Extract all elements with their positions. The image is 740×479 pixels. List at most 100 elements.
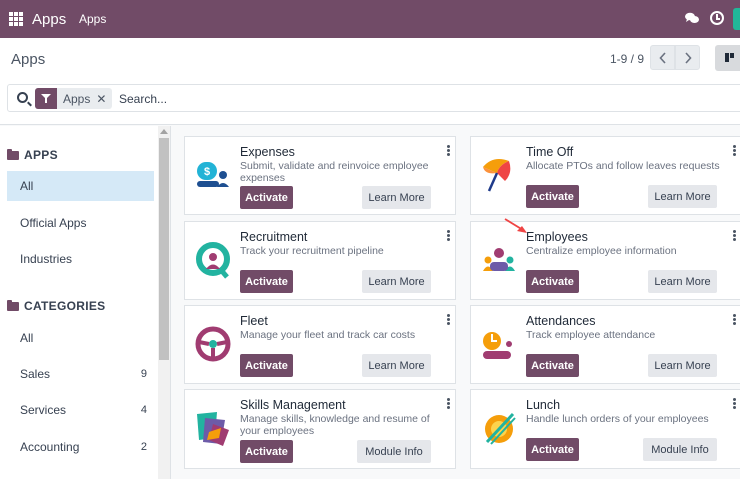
control-panel: Apps 1-9 / 9 Apps ✕ [0,38,740,125]
app-card-fleet: Fleet Manage your fleet and track car co… [184,305,456,384]
module-info-button[interactable]: Module Info [643,438,717,461]
card-description: Manage skills, knowledge and resume of y… [240,413,430,437]
card-title: Expenses [240,145,295,159]
sidebar-scrollbar-thumb[interactable] [159,138,169,360]
user-avatar[interactable] [733,8,740,30]
activate-button[interactable]: Activate [240,354,293,377]
chevron-right-icon [684,51,692,64]
pager-previous-button[interactable] [650,45,675,70]
card-title: Fleet [240,314,268,328]
learn-more-button[interactable]: Learn More [648,185,717,208]
category-count: 2 [140,441,147,453]
time-off-icon [483,159,511,192]
employees-icon [483,248,515,271]
categories-heading-label: CATEGORIES [24,299,106,313]
sidebar-item-label: Sales [20,367,51,381]
sidebar-item-all-apps[interactable]: All [7,171,154,201]
card-menu-icon[interactable] [733,314,736,326]
kanban-view-button[interactable] [715,45,740,71]
category-count: 4 [140,404,147,416]
sidebar-item-label: Official Apps [20,216,87,230]
card-title: Lunch [526,398,561,412]
activate-button[interactable]: Activate [526,270,579,293]
app-card-expenses: $ Expenses Submit, validate and reinvoic… [184,136,456,215]
apps-section-heading: APPS [7,148,58,162]
chat-icon[interactable] [685,12,699,24]
card-menu-icon[interactable] [447,230,450,242]
pager-next-button[interactable] [675,45,700,70]
skills-icon [197,412,229,446]
card-title: Recruitment [240,230,308,244]
navbar-menu-apps[interactable]: Apps [79,12,106,26]
activate-button[interactable]: Activate [526,185,579,208]
filter-icon [35,88,57,109]
activate-button[interactable]: Activate [526,354,579,377]
card-description: Submit, validate and reinvoice employee … [240,160,429,184]
sidebar-item-category-sales[interactable]: Sales 9 [7,359,154,389]
search-bar: Apps ✕ [7,84,740,112]
app-grid-icon[interactable] [9,12,23,26]
card-title: Skills Management [240,398,346,412]
apps-heading-label: APPS [24,148,58,162]
chevron-left-icon [658,51,666,64]
activity-clock-icon[interactable] [710,11,724,25]
app-card-time-off: Time Off Allocate PTOs and follow leaves… [470,136,740,215]
expenses-icon: $ [197,162,229,187]
facet-remove-icon[interactable]: ✕ [96,92,112,106]
learn-more-button[interactable]: Learn More [648,354,717,377]
card-menu-icon[interactable] [733,398,736,410]
annotation-arrow-icon [504,218,527,233]
module-info-button[interactable]: Module Info [357,440,431,463]
card-title: Employees [526,230,588,244]
card-description: Track your recruitment pipeline [240,245,384,257]
app-card-recruitment: Recruitment Track your recruitment pipel… [184,221,456,300]
sidebar-item-label: Accounting [20,440,80,454]
sidebar-item-label: Industries [20,252,73,266]
card-title: Time Off [526,145,574,159]
search-facet: Apps ✕ [35,88,113,109]
lunch-icon [485,412,516,445]
card-description: Manage your fleet and track car costs [240,329,416,341]
card-menu-icon[interactable] [447,145,450,157]
app-card-skills-management: Skills Management Manage skills, knowled… [184,389,456,469]
top-navbar: Apps Apps [0,0,740,38]
learn-more-button[interactable]: Learn More [362,354,431,377]
sidebar-item-official-apps[interactable]: Official Apps [7,208,154,238]
app-card-attendances: Attendances Track employee attendance Ac… [470,305,740,384]
svg-text:$: $ [204,166,210,178]
search-icon[interactable] [17,92,28,103]
sidebar-item-category-all[interactable]: All [7,323,154,353]
sidebar-item-category-services[interactable]: Services 4 [7,395,154,425]
card-description: Allocate PTOs and follow leaves requests [526,160,720,172]
activate-button[interactable]: Activate [240,186,293,209]
sidebar-item-category-accounting[interactable]: Accounting 2 [7,432,154,462]
card-menu-icon[interactable] [447,398,450,410]
search-input[interactable] [119,90,369,107]
scroll-up-icon[interactable] [160,129,168,134]
pager-value[interactable]: 1-9 / 9 [610,52,644,66]
activate-button[interactable]: Activate [240,440,293,463]
app-card-lunch: Lunch Handle lunch orders of your employ… [470,389,740,469]
page-title: Apps [11,51,46,68]
activate-button[interactable]: Activate [240,270,293,293]
sidebar: APPS All Official Apps Industries CATEGO… [0,126,171,479]
facet-label: Apps [63,91,91,106]
learn-more-button[interactable]: Learn More [648,270,717,293]
card-menu-icon[interactable] [733,230,736,242]
navbar-brand[interactable]: Apps [32,11,66,28]
card-title: Attendances [526,314,596,328]
card-menu-icon[interactable] [733,145,736,157]
folder-icon [7,299,19,311]
fleet-icon [195,326,231,362]
card-menu-icon[interactable] [447,314,450,326]
attendances-icon [483,332,512,359]
sidebar-item-industries[interactable]: Industries [7,244,154,274]
card-description: Track employee attendance [526,329,656,341]
sidebar-item-label: All [20,179,34,193]
folder-icon [7,148,19,160]
learn-more-button[interactable]: Learn More [362,270,431,293]
sidebar-item-label: Services [20,403,67,417]
activate-button[interactable]: Activate [526,438,579,461]
learn-more-button[interactable]: Learn More [362,186,431,209]
card-description: Centralize employee information [526,245,677,257]
